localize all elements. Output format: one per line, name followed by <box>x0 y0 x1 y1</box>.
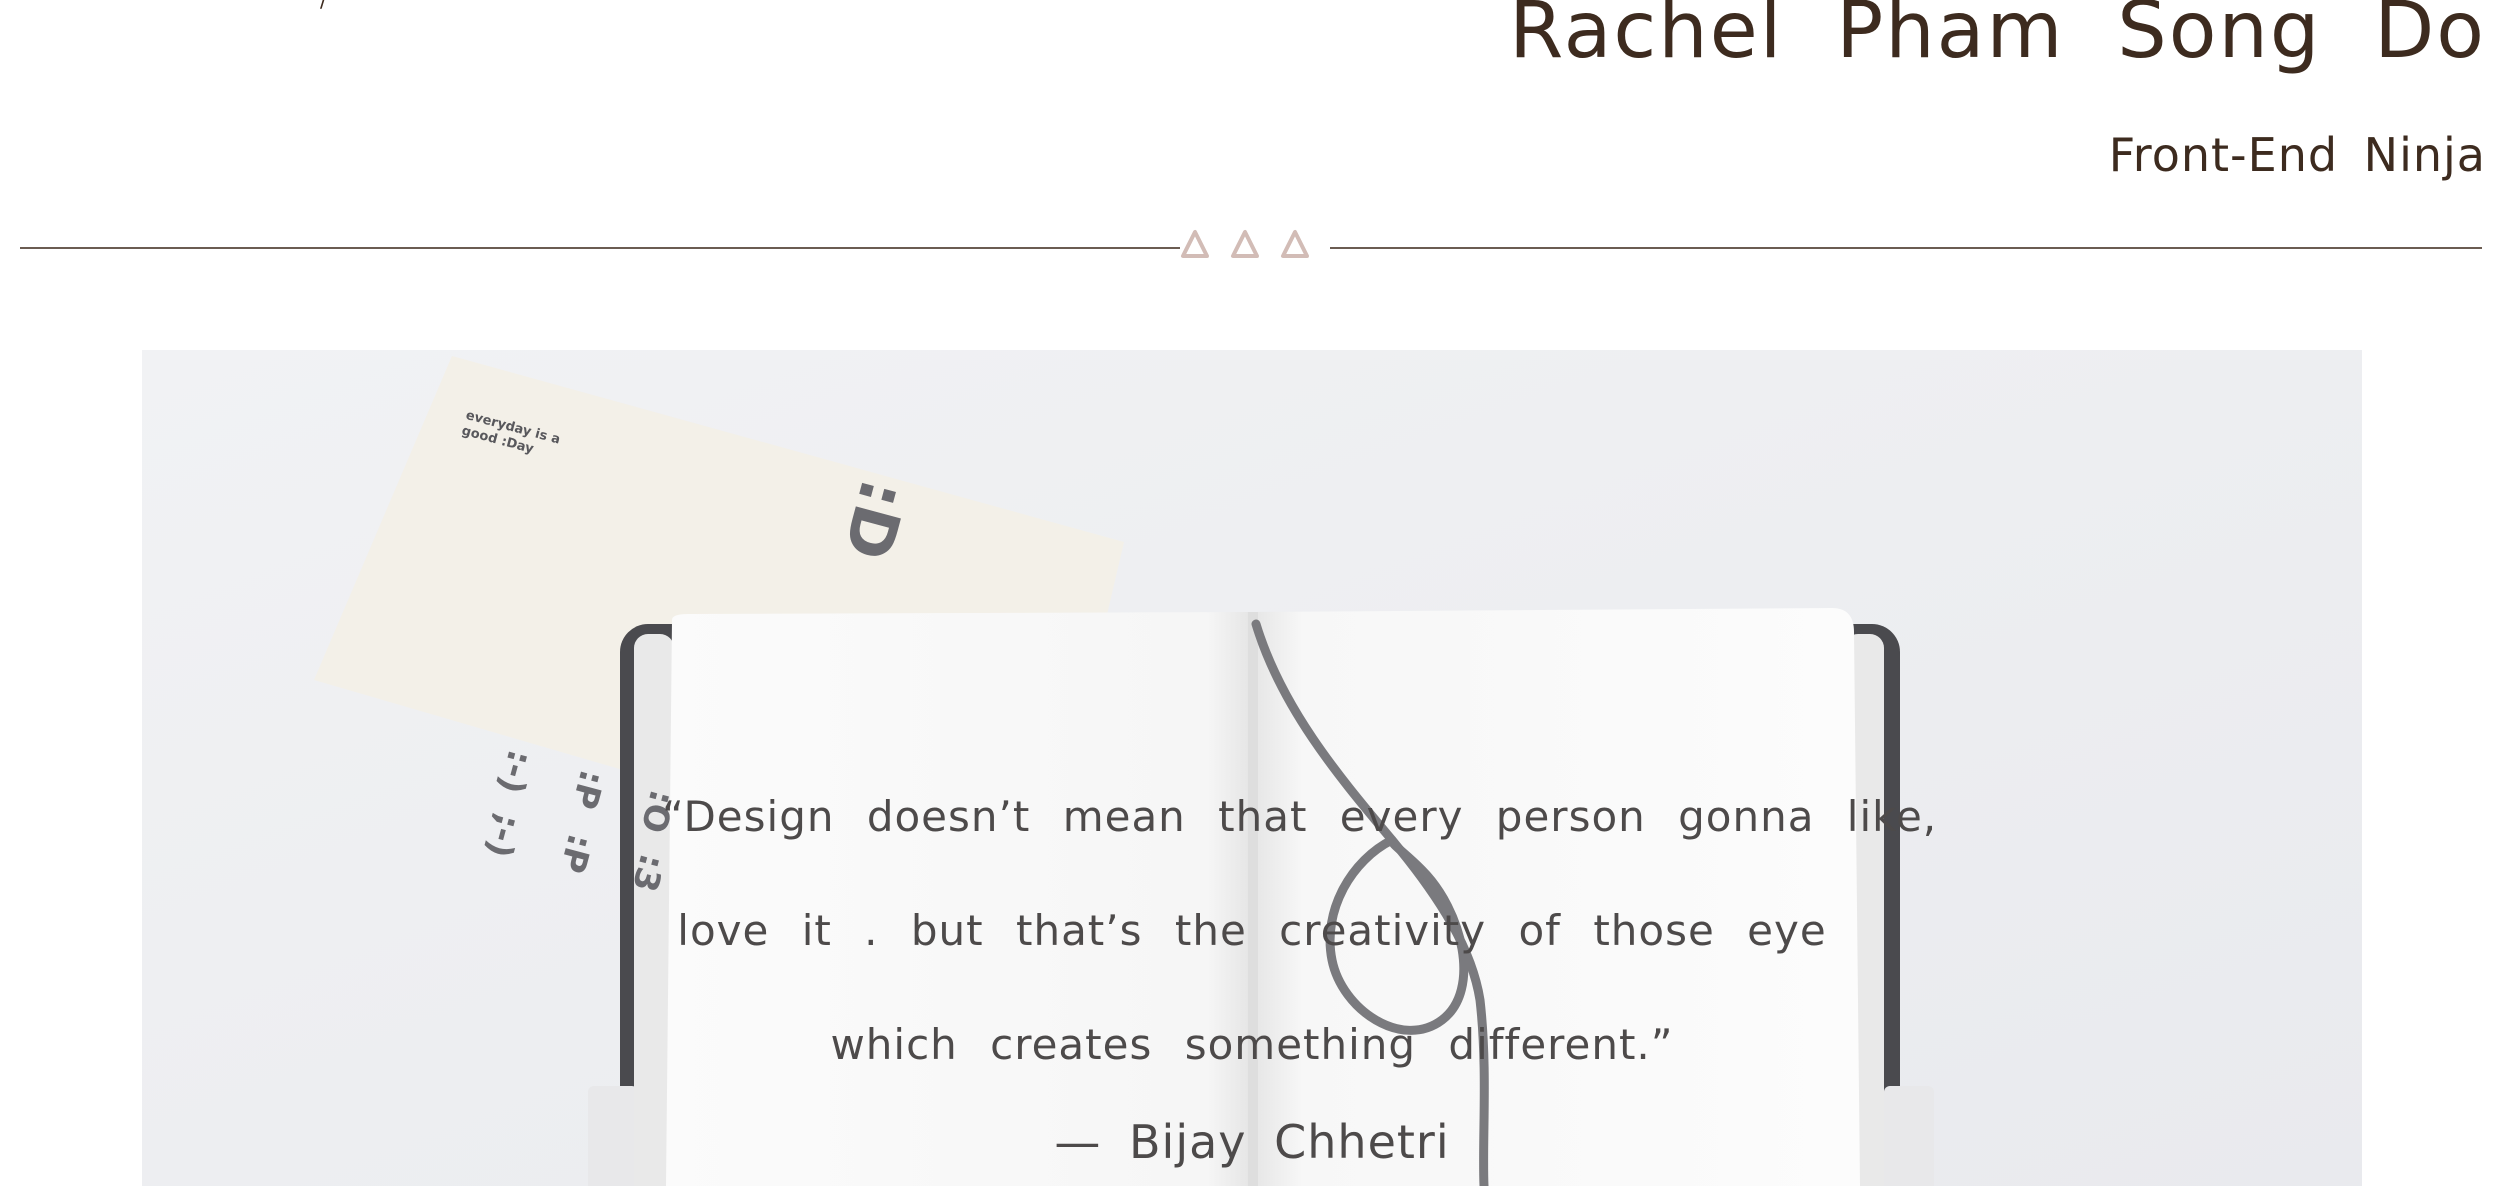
hero-section: everyday is a good :Day :D :-) :P :O ;-)… <box>142 350 2362 1186</box>
quote-line: which creates something different.” <box>830 1020 1674 1069</box>
quote-line: “Design doesn’t mean that every person g… <box>662 792 1938 841</box>
quote-author: — Bijay Chhetri <box>1054 1115 1450 1169</box>
quote-line: love it . but that’s the creativity of t… <box>677 906 1827 955</box>
site-title: Rachel Pham Song Do <box>1509 0 2486 76</box>
triangles-ornament-icon <box>1180 226 1330 262</box>
corner-mark: / <box>320 0 327 12</box>
site-header: / Rachel Pham Song Do Front-End Ninja <box>0 0 2512 260</box>
quote-block: “Design doesn’t mean that every person g… <box>662 760 1938 1182</box>
site-tagline: Front-End Ninja <box>2108 128 2486 182</box>
page: / Rachel Pham Song Do Front-End Ninja ev… <box>0 0 2512 1186</box>
